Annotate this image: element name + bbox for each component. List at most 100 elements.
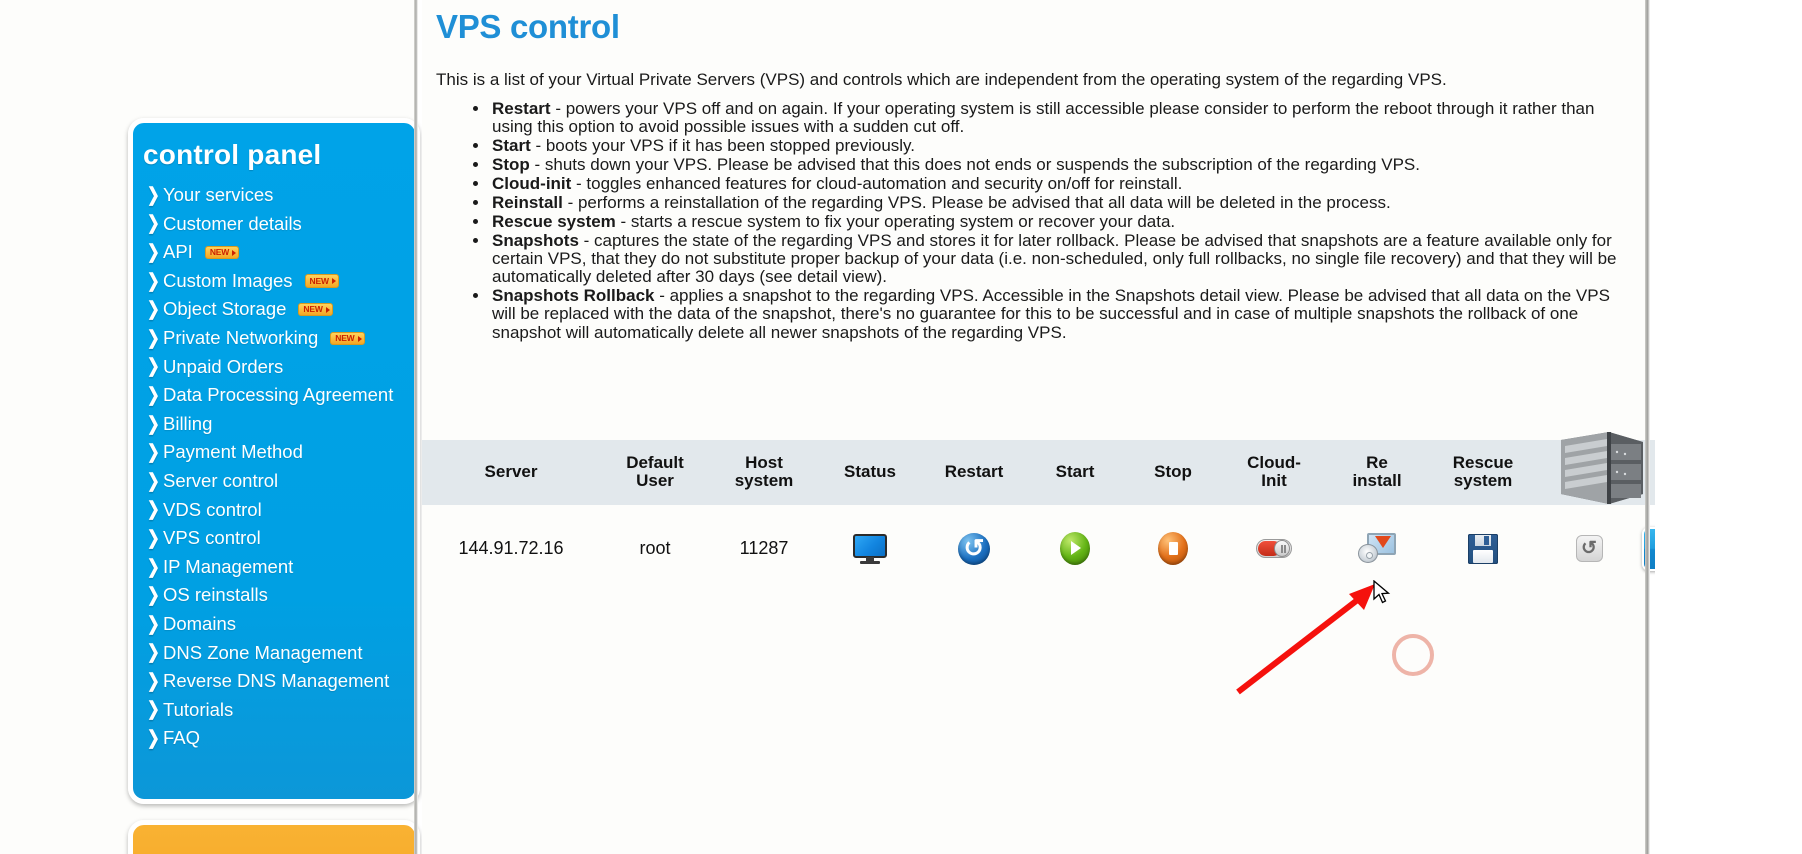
sidebar-item-api[interactable]: ❯ API NEW	[147, 238, 415, 267]
sidebar-item-label: VDS control	[163, 498, 262, 520]
column-header-server: Server	[422, 440, 600, 505]
bullet-term: Stop	[492, 155, 530, 175]
list-item: Rescue system - starts a rescue system t…	[490, 211, 1630, 231]
sidebar-item-custom-images[interactable]: ❯ Custom Images NEW	[147, 267, 415, 296]
sidebar-item-object-storage[interactable]: ❯ Object Storage NEW	[147, 295, 415, 324]
chevron-right-icon: ❯	[147, 499, 160, 521]
header-line-1: Rescue	[1452, 453, 1514, 472]
sidebar-item-payment-method[interactable]: ❯ Payment Method	[147, 438, 415, 467]
page-root: control panel ❯ Your services ❯ Customer de…	[0, 0, 1802, 854]
bullet-text: - powers your VPS off and on again. If y…	[492, 99, 1595, 137]
sidebar-item-dns-zone-management[interactable]: ❯ DNS Zone Management	[147, 639, 415, 668]
column-header-stop: Stop	[1124, 440, 1222, 505]
sidebar-item-your-services[interactable]: ❯ Your services	[147, 181, 415, 210]
header-line-1: Snap	[1568, 453, 1610, 472]
sidebar-item-vps-control[interactable]: ❯ VPS control	[147, 524, 415, 553]
secondary-panel[interactable]	[128, 820, 420, 854]
new-badge: NEW	[298, 302, 333, 317]
chevron-right-icon: ❯	[147, 327, 160, 349]
list-item: Reinstall - performs a reinstallation of…	[490, 192, 1630, 212]
chevron-right-icon: ❯	[147, 299, 160, 321]
rollback-clock-icon[interactable]	[1575, 535, 1603, 563]
sidebar-item-label: Server control	[163, 469, 279, 491]
column-header-status: Status	[818, 440, 922, 505]
chevron-right-icon: ❯	[147, 384, 160, 407]
chevron-right-icon: ❯	[147, 241, 160, 264]
bullet-text: - boots your VPS if it has been stopped …	[530, 136, 916, 156]
chevron-right-icon: ❯	[147, 642, 160, 664]
sidebar-item-label: Reverse DNS Management	[163, 670, 390, 692]
cell-reinstall	[1326, 505, 1428, 597]
sidebar-item-label: API	[163, 241, 193, 263]
sidebar-column: control panel ❯ Your services ❯ Customer de…	[0, 0, 420, 854]
chevron-right-icon: ❯	[147, 442, 160, 464]
header-line-1: Start	[1055, 462, 1095, 482]
chevron-right-icon: ❯	[147, 584, 160, 607]
chevron-right-icon: ❯	[147, 356, 160, 378]
restart-icon[interactable]	[958, 532, 990, 565]
cell-restart	[922, 505, 1026, 597]
sidebar-item-label: OS reinstalls	[163, 584, 268, 606]
sidebar-item-label: FAQ	[163, 727, 201, 749]
bullet-term: Reinstall	[492, 192, 563, 212]
bullet-text: - performs a reinstallation of the regar…	[562, 192, 1391, 212]
sidebar-item-label: Private Networking	[163, 327, 319, 349]
floppy-disk-icon[interactable]	[1468, 533, 1498, 564]
sidebar-item-unpaid-orders[interactable]: ❯ Unpaid Orders	[147, 353, 415, 382]
column-header-start: Start	[1026, 440, 1124, 505]
sidebar-item-os-reinstalls[interactable]: ❯ OS reinstalls	[147, 581, 415, 610]
sidebar-item-domains[interactable]: ❯ Domains	[147, 610, 415, 639]
sidebar-title: control panel	[143, 139, 322, 170]
column-header-restart: Restart	[922, 440, 1026, 505]
new-badge: NEW	[304, 274, 339, 288]
reinstall-disc-icon[interactable]	[1358, 533, 1396, 564]
header-line-1: Restart	[944, 462, 1004, 482]
cell-stop	[1124, 505, 1222, 597]
stop-icon[interactable]	[1158, 532, 1188, 566]
chevron-right-icon: ❯	[147, 184, 160, 206]
cell-start	[1026, 505, 1124, 597]
sidebar-item-faq[interactable]: ❯ FAQ	[147, 724, 415, 753]
sidebar-item-label: Object Storage	[163, 298, 287, 320]
cell-rescue-system	[1428, 505, 1538, 597]
bullet-text: - starts a rescue system to fix your ope…	[615, 211, 1176, 231]
chevron-right-icon: ❯	[147, 727, 160, 750]
list-item: Stop - shuts down your VPS. Please be ad…	[490, 155, 1630, 175]
cell-snapshots	[1538, 505, 1640, 597]
monitor-icon[interactable]	[853, 533, 887, 564]
sidebar-item-customer-details[interactable]: ❯ Customer details	[147, 210, 415, 239]
sidebar-item-label: IP Management	[163, 555, 294, 577]
sidebar-item-label: DNS Zone Management	[163, 641, 363, 663]
sidebar-item-reverse-dns-management[interactable]: ❯ Reverse DNS Management	[147, 667, 415, 696]
vps-table-header-row: Server Default User Host system Status Restart…	[422, 440, 1750, 505]
sidebar-item-data-processing-agreement[interactable]: ❯ Data Processing Agreement	[147, 381, 415, 410]
sidebar-item-ip-management[interactable]: ❯ IP Management	[147, 553, 415, 582]
list-item: Cloud-init - toggles enhanced features f…	[490, 173, 1630, 193]
bullet-term: Snapshots	[492, 230, 579, 250]
chevron-right-icon: ❯	[147, 699, 160, 721]
play-icon[interactable]	[1060, 532, 1090, 566]
bullet-text: - captures the state of the regarding VP…	[492, 230, 1617, 287]
sidebar-item-tutorials[interactable]: ❯ Tutorials	[147, 696, 415, 725]
sidebar-item-label: Your services	[163, 184, 274, 206]
sidebar-item-billing[interactable]: ❯ Billing	[147, 410, 415, 439]
vps-table-body: 144.91.72.16 root 11287 ↺ ↺	[422, 505, 1761, 597]
cell-server: 144.91.72.16	[458, 538, 564, 559]
toggle-off-icon[interactable]	[1256, 539, 1292, 559]
sidebar-item-label: Billing	[163, 412, 213, 434]
chevron-right-icon: ❯	[147, 470, 160, 492]
sidebar-item-label: Custom Images	[163, 269, 293, 291]
new-badge: NEW	[204, 245, 240, 260]
chevron-right-icon: ❯	[147, 270, 160, 292]
header-line-2: system	[1453, 471, 1513, 491]
sidebar-item-label: Tutorials	[163, 698, 234, 720]
feature-bullet-list: Restart - powers your VPS off and on aga…	[422, 99, 1650, 342]
sidebar-item-private-networking[interactable]: ❯ Private Networking NEW	[147, 324, 415, 353]
header-line-1: Stop	[1154, 462, 1192, 482]
sidebar-item-server-control[interactable]: ❯ Server control	[147, 467, 415, 496]
header-line-2: system	[734, 471, 794, 491]
header-line-2: Init	[1261, 471, 1287, 491]
sidebar-item-vds-control[interactable]: ❯ VDS control	[147, 496, 415, 525]
bullet-text: - toggles enhanced features for cloud-au…	[571, 173, 1183, 193]
bullet-term: Snapshots Rollback	[492, 286, 655, 306]
